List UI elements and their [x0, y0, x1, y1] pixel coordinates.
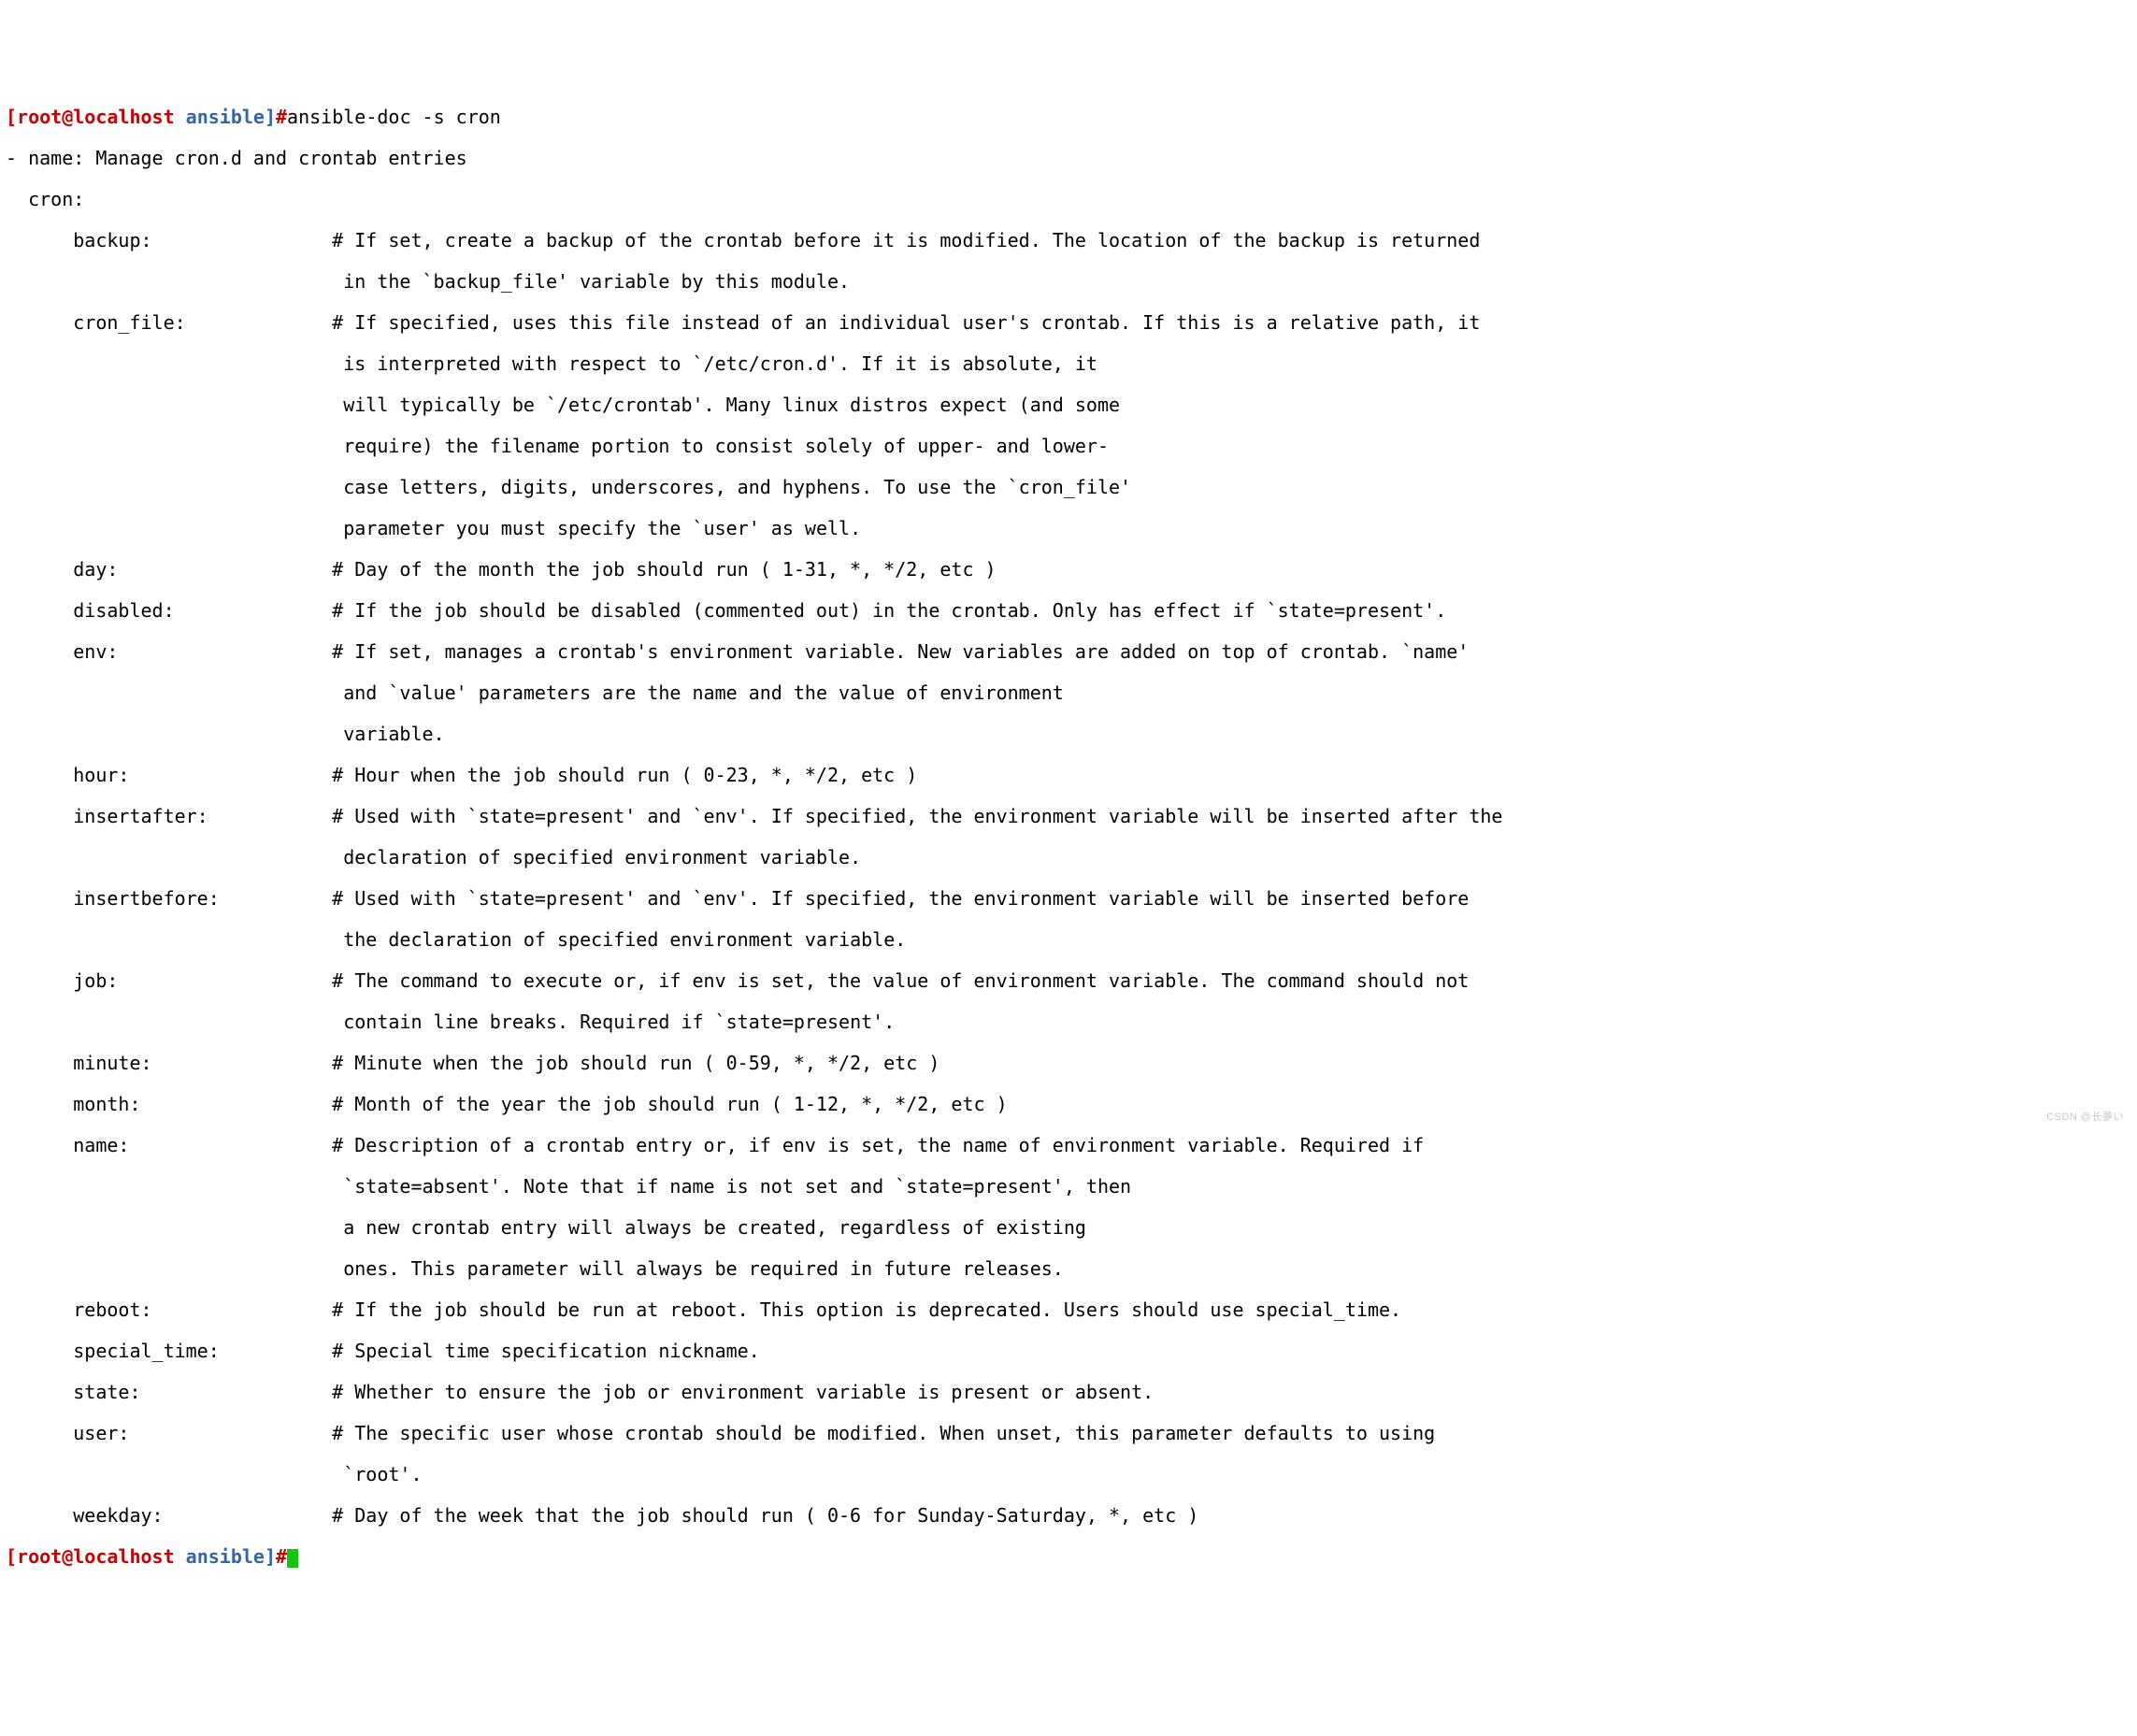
param-desc-cont: is interpreted with respect to `/etc/cro…	[6, 353, 2131, 374]
param-key: cron_file:	[73, 312, 332, 333]
param-key: user:	[73, 1423, 332, 1443]
param-desc: # Day of the month the job should run ( …	[332, 558, 996, 581]
param-hour: hour:# Hour when the job should run ( 0-…	[6, 765, 2131, 785]
param-day: day:# Day of the month the job should ru…	[6, 559, 2131, 580]
prompt-user: [root@localhost	[6, 106, 175, 128]
yaml-name-line: - name: Manage cron.d and crontab entrie…	[6, 148, 2131, 168]
watermark-text: CSDN @长夢い	[2046, 1112, 2124, 1123]
param-desc: # If the job should be disabled (comment…	[332, 599, 1446, 622]
param-desc: # If set, create a backup of the crontab…	[332, 229, 1480, 251]
param-key: state:	[73, 1382, 332, 1402]
param-cron-file: cron_file:# If specified, uses this file…	[6, 312, 2131, 333]
param-desc: # If specified, uses this file instead o…	[332, 311, 1480, 334]
param-desc: # Hour when the job should run ( 0-23, *…	[332, 764, 917, 786]
prompt-hash: #	[276, 1545, 287, 1568]
param-desc-cont: the declaration of specified environment…	[6, 929, 2131, 950]
param-key: day:	[73, 559, 332, 580]
param-minute: minute:# Minute when the job should run …	[6, 1053, 2131, 1073]
param-desc-cont: and `value' parameters are the name and …	[6, 682, 2131, 703]
param-key: minute:	[73, 1053, 332, 1073]
param-desc: # The specific user whose crontab should…	[332, 1422, 1435, 1444]
param-desc: # Whether to ensure the job or environme…	[332, 1381, 1154, 1403]
param-name: name:# Description of a crontab entry or…	[6, 1135, 2131, 1155]
prompt-path: ansible]	[175, 106, 276, 128]
param-backup: backup:# If set, create a backup of the …	[6, 230, 2131, 251]
param-key: name:	[73, 1135, 332, 1155]
param-desc-cont: parameter you must specify the `user' as…	[6, 518, 2131, 538]
param-desc-cont: will typically be `/etc/crontab'. Many l…	[6, 395, 2131, 415]
prompt-path: ansible]	[175, 1545, 276, 1568]
param-desc: # Month of the year the job should run (…	[332, 1093, 1007, 1115]
param-state: state:# Whether to ensure the job or env…	[6, 1382, 2131, 1402]
param-key: insertbefore:	[73, 888, 332, 909]
param-desc-cont: contain line breaks. Required if `state=…	[6, 1011, 2131, 1032]
yaml-module-line: cron:	[6, 189, 2131, 209]
param-desc: # If the job should be run at reboot. Th…	[332, 1298, 1401, 1321]
param-desc-cont: case letters, digits, underscores, and h…	[6, 477, 2131, 497]
param-desc-cont: `state=absent'. Note that if name is not…	[6, 1176, 2131, 1197]
param-key: hour:	[73, 765, 332, 785]
param-key: reboot:	[73, 1299, 332, 1320]
param-desc: # Special time specification nickname.	[332, 1340, 760, 1362]
param-key: backup:	[73, 230, 332, 251]
param-key: insertafter:	[73, 806, 332, 826]
param-desc-cont: declaration of specified environment var…	[6, 847, 2131, 868]
param-key: special_time:	[73, 1341, 332, 1361]
typed-command: ansible-doc -s cron	[287, 106, 501, 128]
prompt-user: [root@localhost	[6, 1545, 175, 1568]
prompt-hash: #	[276, 106, 287, 128]
prompt-line[interactable]: [root@localhost ansible]#	[6, 1546, 2131, 1568]
param-desc: # Used with `state=present' and `env'. I…	[332, 805, 1502, 827]
param-desc: # Day of the week that the job should ru…	[332, 1504, 1198, 1527]
param-user: user:# The specific user whose crontab s…	[6, 1423, 2131, 1443]
param-weekday: weekday:# Day of the week that the job s…	[6, 1505, 2131, 1526]
param-job: job:# The command to execute or, if env …	[6, 970, 2131, 991]
param-special-time: special_time:# Special time specificatio…	[6, 1341, 2131, 1361]
param-desc-cont: require) the filename portion to consist…	[6, 436, 2131, 456]
param-key: job:	[73, 970, 332, 991]
param-desc: # Used with `state=present' and `env'. I…	[332, 887, 1469, 910]
param-desc: # Minute when the job should run ( 0-59,…	[332, 1052, 939, 1074]
param-key: month:	[73, 1094, 332, 1114]
param-key: weekday:	[73, 1505, 332, 1526]
param-reboot: reboot:# If the job should be run at reb…	[6, 1299, 2131, 1320]
param-desc-cont: `root'.	[6, 1464, 2131, 1485]
param-key: env:	[73, 641, 332, 662]
param-desc-cont: variable.	[6, 724, 2131, 744]
param-desc-cont: ones. This parameter will always be requ…	[6, 1258, 2131, 1279]
param-desc-cont: a new crontab entry will always be creat…	[6, 1217, 2131, 1238]
param-env: env:# If set, manages a crontab's enviro…	[6, 641, 2131, 662]
param-disabled: disabled:# If the job should be disabled…	[6, 600, 2131, 621]
param-month: month:# Month of the year the job should…	[6, 1094, 2131, 1114]
param-desc: # The command to execute or, if env is s…	[332, 969, 1469, 992]
param-desc: # Description of a crontab entry or, if …	[332, 1134, 1424, 1156]
param-insertafter: insertafter:# Used with `state=present' …	[6, 806, 2131, 826]
param-key: disabled:	[73, 600, 332, 621]
cursor-block	[287, 1549, 298, 1568]
param-desc: # If set, manages a crontab's environmen…	[332, 640, 1469, 663]
param-desc-cont: in the `backup_file' variable by this mo…	[6, 271, 2131, 292]
param-insertbefore: insertbefore:# Used with `state=present'…	[6, 888, 2131, 909]
command-line[interactable]: [root@localhost ansible]#ansible-doc -s …	[6, 107, 2131, 127]
terminal-output: [root@localhost ansible]#ansible-doc -s …	[6, 86, 2131, 1588]
